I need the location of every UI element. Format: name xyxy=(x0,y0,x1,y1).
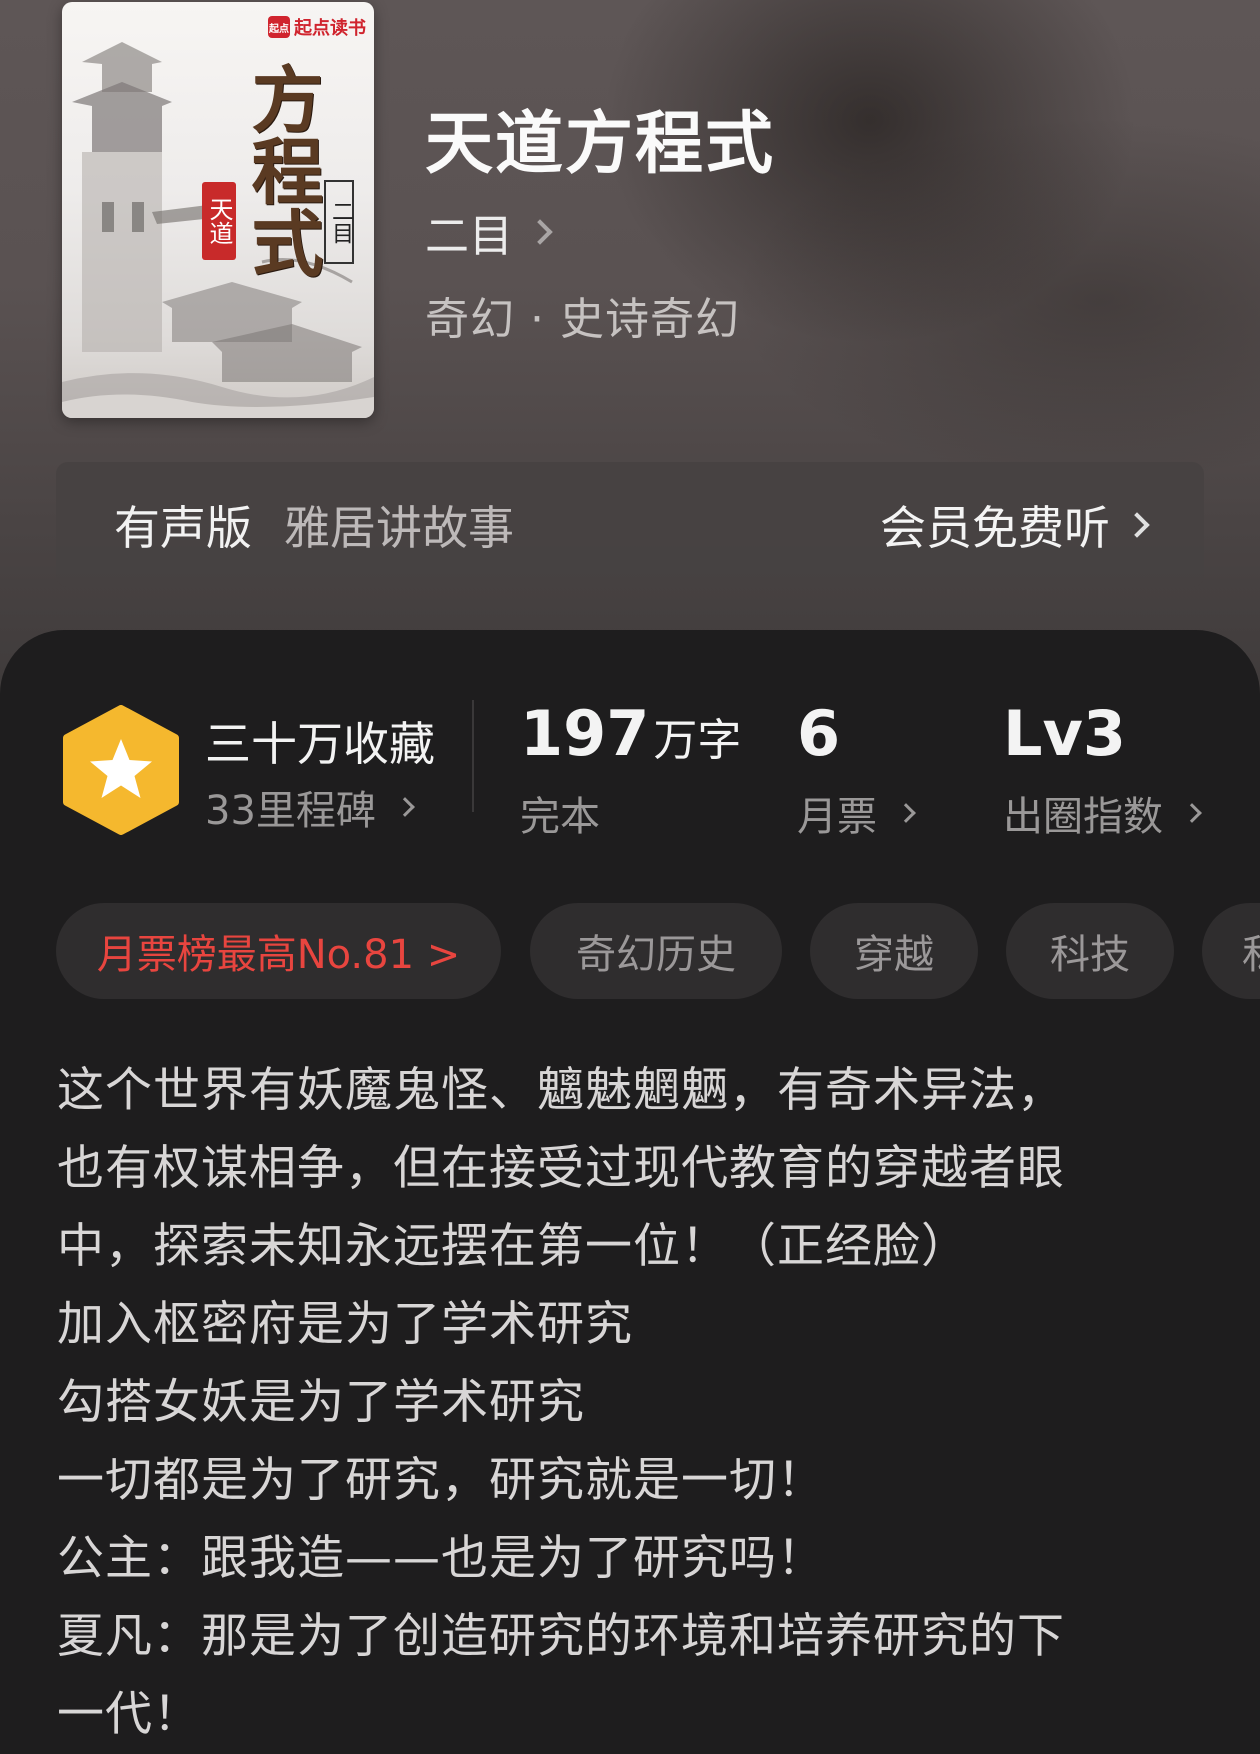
tag-technology[interactable]: 科技 xyxy=(1006,903,1174,999)
synopsis-line: 夏凡：那是为了创造研究的环境和培养研究的下 xyxy=(57,1609,1065,1664)
star-hexagon-icon xyxy=(63,705,179,835)
tag-monthly-rank[interactable]: 月票榜最高No.81 > xyxy=(56,903,501,999)
milestone-link[interactable]: 33里程碑 xyxy=(205,778,415,836)
author-name: 二目 xyxy=(425,211,513,262)
chevron-right-icon xyxy=(896,803,916,823)
milestone-title: 三十万收藏 xyxy=(205,717,435,771)
book-cover[interactable]: 起点 起点读书 方程式 天道 二目 xyxy=(62,2,374,418)
synopsis-line: 加入枢密府是为了学术研究 xyxy=(57,1297,633,1352)
synopsis-line: 中，探索未知永远摆在第一位！（正经脸） xyxy=(57,1219,969,1274)
word-count-unit: 万字 xyxy=(653,715,742,766)
cover-brand: 起点 起点读书 xyxy=(268,14,366,40)
chevron-right-icon xyxy=(395,797,415,817)
member-free-listen-button[interactable]: 会员免费听 xyxy=(880,462,1150,587)
cover-seal: 天道 xyxy=(202,182,236,260)
popularity-index-label: 出圈指数 xyxy=(1003,794,1163,840)
monthly-votes-link[interactable]: 月票 xyxy=(797,784,916,842)
synopsis-line: 这个世界有妖魔鬼怪、魑魅魍魉，有奇术异法， xyxy=(57,1063,1065,1118)
completion-status: 完本 xyxy=(520,794,600,840)
word-count-number: 197 xyxy=(520,697,650,770)
tag-partial-label: 私 xyxy=(1242,922,1260,980)
audio-version-bar[interactable]: 有声版 雅居讲故事 会员免费听 xyxy=(56,462,1204,587)
milestone-sub: 33里程碑 xyxy=(205,788,376,834)
synopsis-line: 一代！ xyxy=(57,1687,201,1742)
synopsis-line: 一切都是为了研究，研究就是一切！ xyxy=(57,1453,825,1508)
chevron-right-icon xyxy=(1182,803,1202,823)
audio-label: 有声版 xyxy=(114,500,252,555)
cover-author: 二目 xyxy=(324,180,354,264)
genre-text: 奇幻 · 史诗奇幻 xyxy=(425,294,740,345)
chevron-right-icon xyxy=(1124,511,1150,538)
synopsis-line: 公主：跟我造——也是为了研究吗！ xyxy=(57,1531,825,1586)
audio-narrator: 雅居讲故事 xyxy=(284,500,514,555)
tag-time-travel[interactable]: 穿越 xyxy=(810,903,978,999)
word-count: 197 万字 xyxy=(520,697,741,770)
cover-brand-text: 起点读书 xyxy=(294,18,366,39)
chevron-right-icon xyxy=(527,219,553,245)
cover-brand-logo: 起点 xyxy=(268,16,290,38)
synopsis-line: 勾搭女妖是为了学术研究 xyxy=(57,1375,585,1430)
author-link[interactable]: 二目 xyxy=(425,200,553,264)
book-title: 天道方程式 xyxy=(425,104,776,184)
synopsis-line: 也有权谋相争，但在接受过现代教育的穿越者眼 xyxy=(57,1141,1065,1196)
cover-title: 方程式 xyxy=(239,62,324,278)
popularity-index-link[interactable]: 出圈指数 xyxy=(1003,784,1202,842)
synopsis: 这个世界有妖魔鬼怪、魑魅魍魉，有奇术异法， 也有权谋相争，但在接受过现代教育的穿… xyxy=(57,1052,1207,1754)
monthly-votes-label: 月票 xyxy=(797,794,877,840)
monthly-votes-count: 6 xyxy=(797,697,841,770)
stats-divider xyxy=(472,700,474,812)
tag-fantasy-history[interactable]: 奇幻历史 xyxy=(530,903,782,999)
level-value: Lv3 xyxy=(1003,697,1127,770)
member-free-listen-label: 会员免费听 xyxy=(880,500,1110,555)
